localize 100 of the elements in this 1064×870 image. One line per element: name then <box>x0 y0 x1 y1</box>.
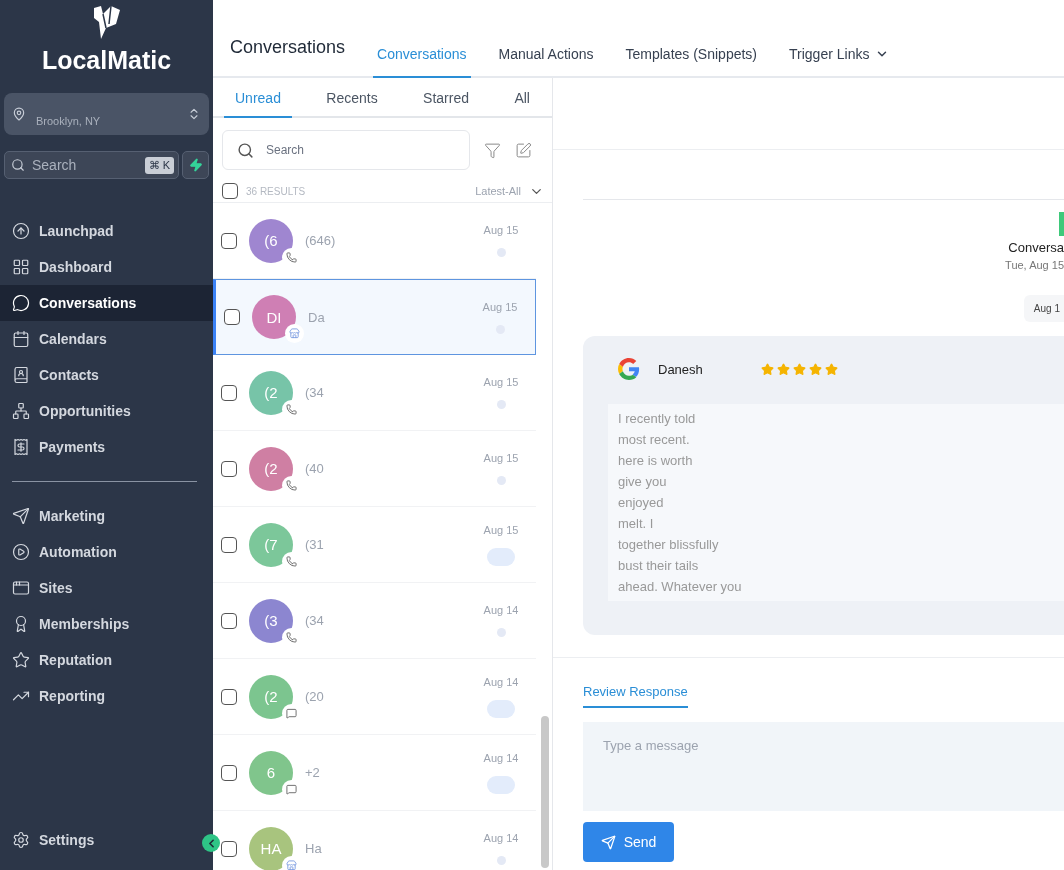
nav-item[interactable]: Opportunities <box>0 393 213 429</box>
scrollbar-thumb[interactable] <box>541 716 549 868</box>
row-date: Aug 15 <box>483 376 519 388</box>
contact-name: Da <box>308 309 326 325</box>
search-field[interactable]: Search ⌘ K <box>4 151 179 179</box>
location-switcher[interactable]: Brooklyn, NY <box>4 93 209 135</box>
filter-icon[interactable] <box>484 141 501 159</box>
nav-item[interactable]: Calendars <box>0 321 213 357</box>
nav-item[interactable]: Conversations <box>0 285 213 321</box>
nav-item[interactable]: Payments <box>0 429 213 465</box>
avatar: (7 <box>249 522 293 567</box>
avatar: (3 <box>249 598 293 643</box>
row-checkbox[interactable] <box>224 309 240 325</box>
row-checkbox[interactable] <box>221 536 237 553</box>
search-icon <box>237 141 254 159</box>
row-date: Aug 15 <box>483 523 519 536</box>
map-pin-icon <box>12 107 26 121</box>
event-date: Tue, Aug 15 <box>1005 259 1064 271</box>
network-icon <box>12 402 30 420</box>
contact-name: Ha <box>305 841 323 856</box>
calendar-icon <box>12 330 30 348</box>
row-checkbox[interactable] <box>221 840 237 857</box>
results-count: 36 RESULTS <box>246 185 307 197</box>
quick-action-button[interactable] <box>182 151 209 179</box>
nav-item[interactable]: Launchpad <box>0 213 213 249</box>
lightning-icon <box>188 158 203 172</box>
review-text-line: melt. I <box>618 515 655 533</box>
paper-plane-icon <box>12 507 30 525</box>
nav-item[interactable]: Contacts <box>0 357 213 393</box>
reviewer-name: Danesh <box>658 361 703 377</box>
arrow-circle-icon <box>12 222 30 240</box>
row-date: Aug 14 <box>483 604 519 616</box>
review-text-line: together blissfully <box>618 536 720 554</box>
avatar: HA <box>249 826 293 870</box>
event-marker <box>1059 212 1064 236</box>
list-tab[interactable]: Unread <box>224 78 292 118</box>
settings-icon <box>12 831 30 849</box>
message-field[interactable]: Type a message <box>583 722 1064 811</box>
review-text-line: ahead. Whatever you <box>618 578 743 596</box>
star-icon <box>12 651 30 669</box>
header-tab[interactable]: Trigger Links <box>785 46 894 78</box>
review-text-line: most recent. <box>618 431 691 449</box>
nav-item[interactable]: Automation <box>0 534 213 570</box>
contact-name: (34 <box>305 613 325 628</box>
nav-item[interactable]: Reporting <box>0 678 213 714</box>
play-circle-icon <box>12 543 30 561</box>
contact-name: (34 <box>305 385 325 400</box>
nav-item[interactable]: Dashboard <box>0 249 213 285</box>
list-tab[interactable]: Starred <box>412 78 480 118</box>
row-date: Aug 14 <box>483 751 519 764</box>
nav-item[interactable]: Settings <box>0 822 197 858</box>
nav-item[interactable]: Memberships <box>0 606 213 642</box>
avatar: 6 <box>249 750 293 795</box>
header-tab[interactable]: Conversations <box>373 46 471 78</box>
avatar: (2 <box>249 446 293 491</box>
google-icon <box>618 358 640 380</box>
row-date: Aug 15 <box>483 224 519 236</box>
nav-item[interactable]: Sites <box>0 570 213 606</box>
send-button[interactable]: Send <box>583 822 674 862</box>
contact-name: (646) <box>305 233 337 248</box>
header-tab[interactable]: Manual Actions <box>494 46 598 78</box>
review-text-line: enjoyed <box>618 494 665 512</box>
review-text-line: here is worth <box>618 452 694 470</box>
row-checkbox[interactable] <box>221 460 237 477</box>
paper-plane-icon <box>600 834 616 850</box>
row-checkbox[interactable] <box>221 232 237 249</box>
reply-tab[interactable]: Review Response <box>583 674 688 708</box>
browser-window-icon <box>12 579 30 597</box>
row-date: Aug 15 <box>482 300 518 313</box>
shortcut-key: ⌘ K <box>144 156 174 174</box>
select-all-checkbox[interactable] <box>222 183 238 199</box>
review-text-line: give you <box>618 473 668 491</box>
search-field[interactable]: Search <box>222 130 470 170</box>
event-title: Conversa <box>1008 240 1064 255</box>
contact-name: (20 <box>305 689 325 704</box>
search-input[interactable]: Search <box>30 156 140 174</box>
row-checkbox[interactable] <box>221 612 237 629</box>
row-checkbox[interactable] <box>221 688 237 705</box>
header-tab[interactable]: Templates (Snippets) <box>621 46 762 78</box>
row-date: Aug 14 <box>483 832 519 844</box>
contact-name: (40 <box>305 461 325 476</box>
row-checkbox[interactable] <box>221 384 237 401</box>
contact-name: +2 <box>305 765 321 780</box>
list-tab[interactable]: Recents <box>315 78 389 118</box>
date-chip: Aug 1 <box>1023 295 1064 322</box>
avatar: (2 <box>249 370 293 415</box>
row-date: Aug 15 <box>483 452 519 464</box>
review-text-line: I recently told <box>618 410 697 428</box>
nav-item[interactable]: Reputation <box>0 642 213 678</box>
brand-name: LocalMatic <box>41 46 172 75</box>
row-checkbox[interactable] <box>221 764 237 781</box>
list-tab[interactable]: All <box>503 78 541 118</box>
search-icon <box>11 158 25 172</box>
avatar: (6 <box>249 218 293 263</box>
avatar: (2 <box>249 674 293 719</box>
receipt-icon <box>12 438 30 456</box>
contact-name: (31 <box>305 537 325 552</box>
compose-icon[interactable] <box>515 141 532 159</box>
nav-item[interactable]: Marketing <box>0 498 213 534</box>
row-date: Aug 14 <box>483 675 519 688</box>
